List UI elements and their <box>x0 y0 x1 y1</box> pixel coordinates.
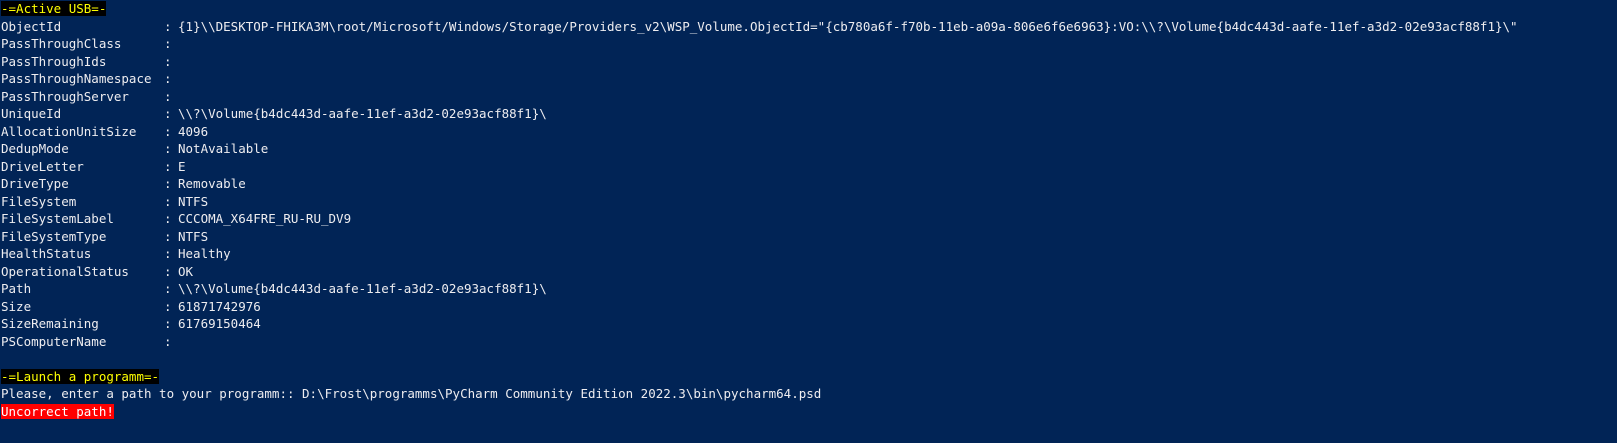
property-row: DedupMode: NotAvailable <box>0 140 1617 158</box>
usb-heading: -=Active USB=- <box>1 1 107 16</box>
property-separator: : <box>164 53 172 69</box>
property-separator: : <box>164 158 172 174</box>
property-value: 61769150464 <box>178 316 261 331</box>
property-key: Path <box>1 281 32 296</box>
property-key: PSComputerName <box>1 333 107 349</box>
property-value: 61871742976 <box>178 298 261 314</box>
property-row: PassThroughIds: <box>0 53 1617 71</box>
property-key: UniqueId <box>1 106 62 121</box>
property-value: \\?\Volume{b4dc443d-aafe-11ef-a3d2-02e93… <box>178 106 547 121</box>
property-row: PSComputerName: <box>0 333 1617 351</box>
property-key: SizeRemaining <box>1 316 99 331</box>
property-separator: : <box>164 18 172 34</box>
property-value: NTFS <box>178 193 209 209</box>
property-separator: : <box>164 36 172 51</box>
property-key: ObjectId <box>1 18 62 34</box>
property-row: UniqueId: \\?\Volume{b4dc443d-aafe-11ef-a… <box>0 105 1617 123</box>
usb-heading-line: -=Active USB=- <box>0 0 1617 18</box>
powershell-console[interactable]: -=Active USB=- ObjectId: {1}\\DESKTOP-FHI… <box>0 0 1617 443</box>
property-row: DriveType: Removable <box>0 175 1617 193</box>
property-separator: : <box>164 228 172 244</box>
property-key: FileSystemType <box>1 228 107 244</box>
property-key: DriveType <box>1 176 69 191</box>
property-value: CCCOMA_X64FRE_RU-RU_DV9 <box>178 211 352 226</box>
property-value: NotAvailable <box>178 141 269 156</box>
property-separator: : <box>164 333 172 349</box>
property-row: HealthStatus: Healthy <box>0 245 1617 263</box>
property-separator: : <box>164 71 172 86</box>
property-row: SizeRemaining:61769150464 <box>0 315 1617 333</box>
property-value: \\?\Volume{b4dc443d-aafe-11ef-a3d2-02e93… <box>178 281 547 296</box>
property-row: Path: \\?\Volume{b4dc443d-aafe-11ef-a3d2-… <box>0 280 1617 298</box>
launch-heading: -=Launch a programm=- <box>1 368 160 384</box>
error-message: Uncorrect path! <box>1 403 114 419</box>
property-key: AllocationUnitSize <box>1 123 137 139</box>
property-value: 4096 <box>178 123 209 139</box>
property-row: FileSystem: NTFS <box>0 193 1617 211</box>
property-value: NTFS <box>178 228 209 244</box>
property-key: FileSystem <box>1 193 77 209</box>
property-separator: : <box>164 141 172 156</box>
property-key: OperationalStatus <box>1 263 129 279</box>
error-line: Uncorrect path! <box>0 403 1617 421</box>
property-row: DriveLetter: E <box>0 158 1617 176</box>
property-key: PassThroughNamespace <box>1 71 152 86</box>
launch-heading-line: -=Launch a programm=- <box>0 368 1617 386</box>
property-key: Size <box>1 298 32 314</box>
property-row: Size:61871742976 <box>0 298 1617 316</box>
property-separator: : <box>164 88 172 104</box>
property-key: PassThroughIds <box>1 53 107 69</box>
property-value: Healthy <box>178 246 231 261</box>
property-key: FileSystemLabel <box>1 211 114 226</box>
property-separator: : <box>164 193 172 209</box>
property-key: PassThroughServer <box>1 88 129 104</box>
property-key: HealthStatus <box>1 246 92 261</box>
property-value: E <box>178 158 186 174</box>
volume-properties-list: ObjectId: {1}\\DESKTOP-FHIKA3M\root/Micro… <box>0 18 1617 351</box>
property-key: PassThroughClass <box>1 36 122 51</box>
property-key: DriveLetter <box>1 158 84 174</box>
property-separator: : <box>164 106 172 121</box>
path-prompt: Please, enter a path to your programm:: … <box>1 386 822 401</box>
property-row: PassThroughServer: <box>0 88 1617 106</box>
property-row: PassThroughClass: <box>0 35 1617 53</box>
property-row: PassThroughNamespace: <box>0 70 1617 88</box>
property-value: Removable <box>178 176 246 191</box>
property-row: FileSystemLabel: CCCOMA_X64FRE_RU-RU_DV9 <box>0 210 1617 228</box>
property-separator: : <box>164 316 172 331</box>
property-value: OK <box>178 263 194 279</box>
property-value: {1}\\DESKTOP-FHIKA3M\root/Microsoft/Wind… <box>178 18 1518 34</box>
property-separator: : <box>164 263 172 279</box>
property-separator: : <box>164 176 172 191</box>
property-key: DedupMode <box>1 141 69 156</box>
property-separator: : <box>164 246 172 261</box>
property-separator: : <box>164 211 172 226</box>
property-row: FileSystemType: NTFS <box>0 228 1617 246</box>
property-row: AllocationUnitSize:4096 <box>0 123 1617 141</box>
property-separator: : <box>164 123 172 139</box>
property-separator: : <box>164 281 172 296</box>
property-separator: : <box>164 298 172 314</box>
property-row: OperationalStatus: OK <box>0 263 1617 281</box>
property-row: ObjectId: {1}\\DESKTOP-FHIKA3M\root/Micro… <box>0 18 1617 36</box>
